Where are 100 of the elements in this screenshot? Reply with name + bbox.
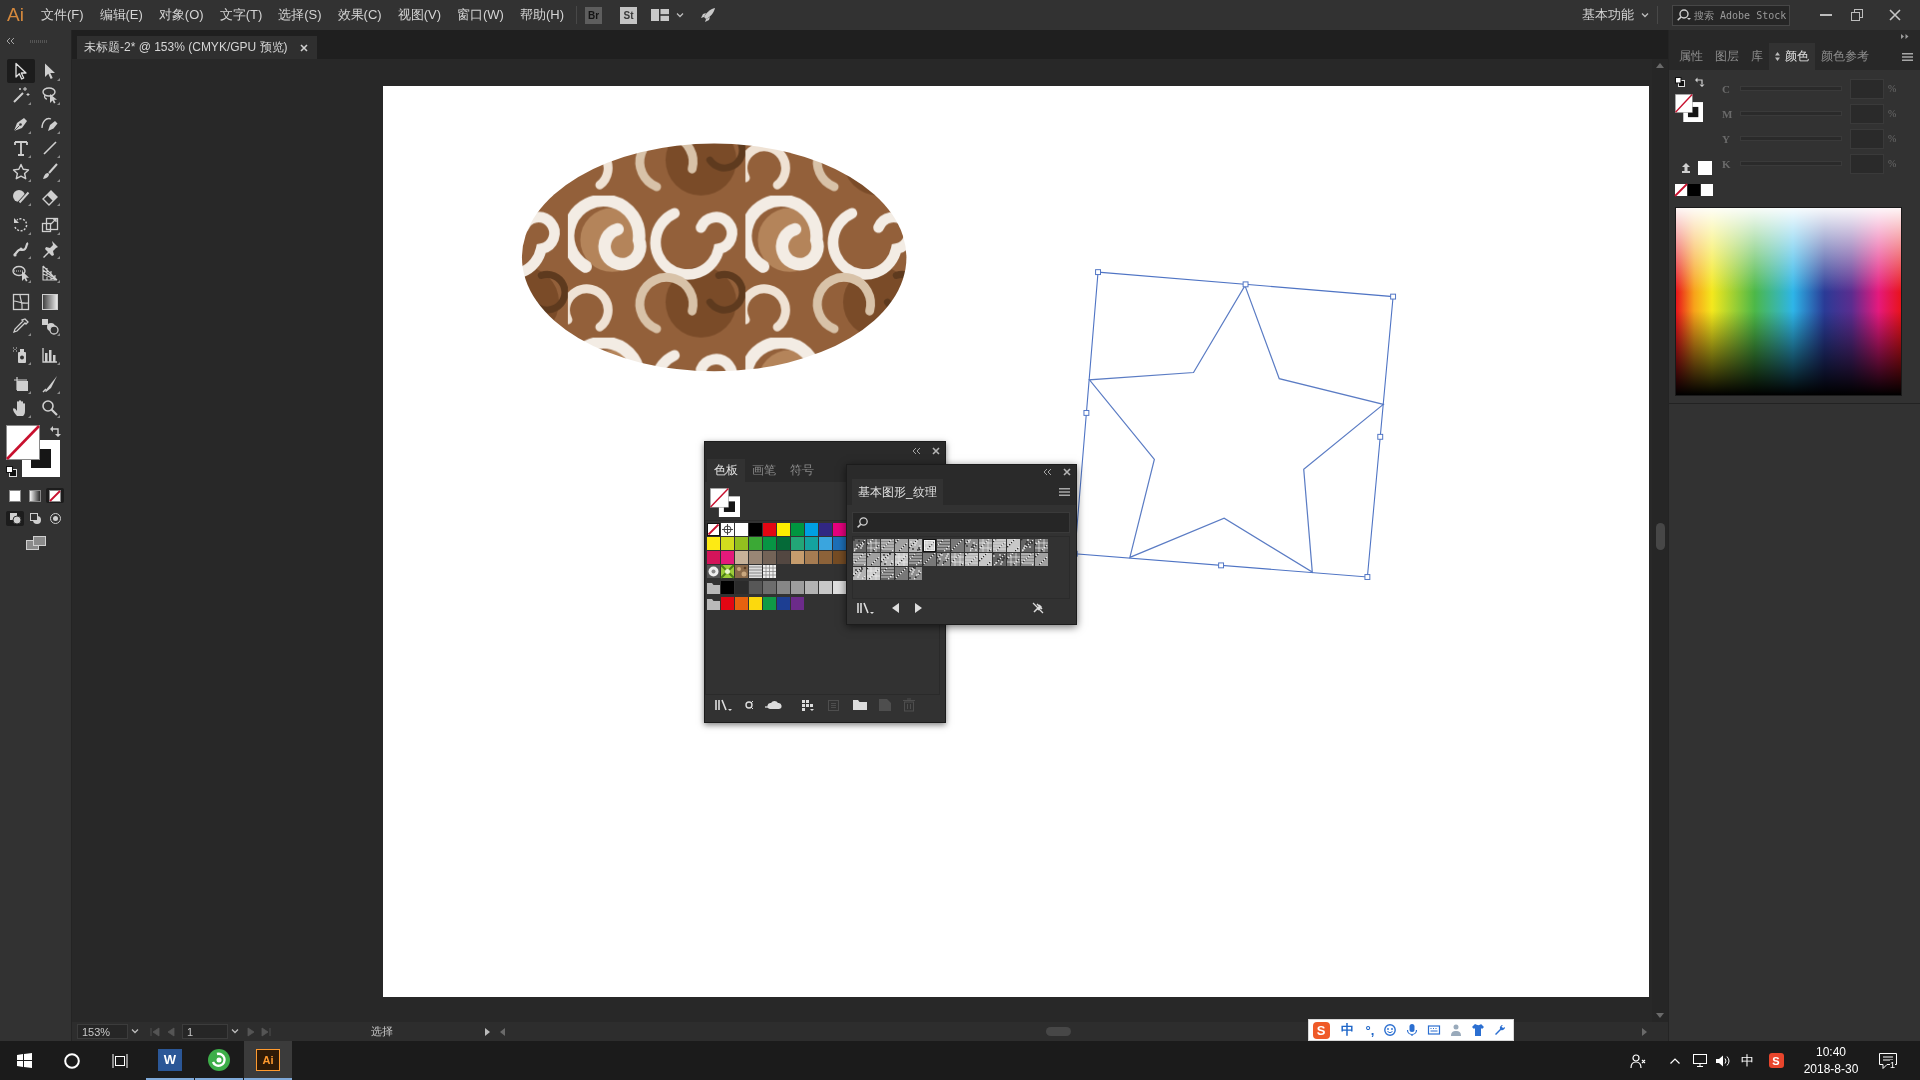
library-icon[interactable]: [715, 699, 732, 711]
menu-item[interactable]: 效果(C): [337, 6, 382, 24]
swatch-icon[interactable]: [735, 597, 748, 610]
swatch-icon[interactable]: [763, 537, 776, 550]
texture-swatch-icon[interactable]: [881, 567, 894, 580]
resize-handle[interactable]: [1218, 562, 1224, 569]
swatch-icon[interactable]: [805, 581, 818, 594]
next-icon[interactable]: [915, 603, 922, 613]
texture-swatch-icon[interactable]: [909, 567, 922, 580]
menu-item[interactable]: 帮助(H): [519, 6, 564, 24]
scroll-down-icon[interactable]: [1656, 1013, 1664, 1018]
swatch-icon[interactable]: [721, 537, 734, 550]
clock-time[interactable]: 10:40: [1816, 1043, 1846, 1061]
input-mode-indicator[interactable]: 中: [1740, 1051, 1754, 1070]
none-swatch-icon[interactable]: [1675, 184, 1687, 196]
swatch-icon[interactable]: [763, 581, 776, 594]
default-colors-icon[interactable]: [1675, 77, 1685, 87]
swatch-icon[interactable]: [735, 523, 748, 536]
resize-handle[interactable]: [1095, 269, 1101, 276]
panel-tab[interactable]: 颜色参考: [1815, 43, 1875, 70]
swatch-icon[interactable]: [819, 523, 832, 536]
texture-swatch-icon[interactable]: [909, 553, 922, 566]
windows-logo-icon[interactable]: [16, 1053, 32, 1068]
folder-icon[interactable]: [707, 597, 720, 610]
texture-swatch-icon[interactable]: [993, 553, 1006, 566]
texture-swatch-icon[interactable]: [937, 553, 950, 566]
swap-icon[interactable]: [50, 425, 62, 437]
texture-swatch-icon[interactable]: [895, 539, 908, 552]
swatch-icon[interactable]: [805, 523, 818, 536]
taskbar-button[interactable]: W: [146, 1041, 194, 1080]
swatch-icon[interactable]: [721, 597, 734, 610]
caret-icon[interactable]: [1641, 12, 1649, 18]
swatch-icon[interactable]: [777, 523, 790, 536]
fill-stroke-icon[interactable]: [6, 425, 60, 477]
swatch-icon[interactable]: [735, 537, 748, 550]
keyboard-icon[interactable]: [1428, 1024, 1440, 1036]
panel-tab[interactable]: 颜色: [1769, 43, 1815, 70]
ring-icon[interactable]: [64, 1052, 80, 1069]
menu-item[interactable]: 视图(V): [397, 6, 441, 24]
texture-swatch-icon[interactable]: [979, 553, 992, 566]
texture-swatch-icon[interactable]: [923, 553, 936, 566]
pattern-swatch-icon[interactable]: [749, 565, 762, 578]
panel-tab[interactable]: 基本图形_纹理: [852, 479, 943, 505]
swatch-icon[interactable]: [833, 537, 846, 550]
swatch-icon[interactable]: [735, 581, 748, 594]
folder-icon[interactable]: [853, 700, 867, 710]
texture-swatch-icon[interactable]: [853, 553, 866, 566]
panel-tab[interactable]: 库: [1745, 43, 1769, 70]
search-field[interactable]: [852, 512, 1070, 533]
swatch-icon[interactable]: [833, 551, 846, 564]
document-tab[interactable]: 未标题-2* @ 153% (CMYK/GPU 预览): [77, 36, 317, 59]
swatch-icon[interactable]: [749, 551, 762, 564]
swatch-icon[interactable]: [763, 523, 776, 536]
swatch-icon[interactable]: [735, 551, 748, 564]
ime-mode[interactable]: 中: [1340, 1021, 1354, 1039]
scroll-right-icon[interactable]: [1642, 1027, 1647, 1036]
scroll-left-icon[interactable]: [500, 1027, 505, 1036]
options-toggle-icon[interactable]: [1775, 52, 1780, 61]
menu-icon[interactable]: [1059, 488, 1070, 496]
texture-swatch-icon[interactable]: [853, 567, 866, 580]
workspace-switcher[interactable]: 基本功能: [1582, 6, 1649, 24]
unpin-icon[interactable]: [1032, 602, 1044, 614]
swatch-icon[interactable]: [1701, 184, 1713, 196]
folder-icon[interactable]: [707, 581, 720, 594]
menu-item[interactable]: 编辑(E): [99, 6, 143, 24]
texture-swatch-icon[interactable]: [909, 539, 922, 552]
texture-swatch-icon[interactable]: [881, 553, 894, 566]
artboard-field[interactable]: 1: [182, 1024, 228, 1039]
swatch-icon[interactable]: [777, 581, 790, 594]
swatch-icon[interactable]: [721, 551, 734, 564]
swatch-kinds-icon[interactable]: [745, 700, 753, 710]
texture-swatch-icon[interactable]: [1021, 553, 1034, 566]
swatch-icon[interactable]: [707, 551, 720, 564]
swatch-icon[interactable]: [833, 523, 846, 536]
panel-tab[interactable]: 图层: [1709, 43, 1745, 70]
swatch-icon[interactable]: [749, 597, 762, 610]
expand-icon[interactable]: [1901, 34, 1909, 39]
people-icon[interactable]: [1630, 1053, 1646, 1068]
swatch-icon[interactable]: [791, 537, 804, 550]
none-swatch-icon[interactable]: [707, 523, 720, 536]
task-view-icon[interactable]: [112, 1053, 128, 1068]
speaker-icon[interactable]: [1716, 1054, 1730, 1067]
rocket-icon[interactable]: [699, 7, 716, 23]
swap-icon[interactable]: [1695, 77, 1705, 87]
swatch-icon[interactable]: [833, 581, 846, 594]
search-field[interactable]: 搜索 Adobe Stock: [1672, 4, 1790, 26]
swatch-icon[interactable]: [707, 537, 720, 550]
swatch-icon[interactable]: [1698, 161, 1712, 175]
collapse-icon[interactable]: [912, 447, 921, 454]
texture-swatch-icon[interactable]: [867, 553, 880, 566]
swatch-icon[interactable]: [805, 551, 818, 564]
grip-icon[interactable]: [30, 39, 48, 43]
menu-item[interactable]: 文字(T): [219, 6, 263, 24]
panel-tab[interactable]: 符号: [783, 459, 821, 482]
resize-handle[interactable]: [1390, 293, 1397, 300]
texture-swatch-icon[interactable]: [965, 539, 978, 552]
clock-date[interactable]: 2018-8-30: [1803, 1060, 1859, 1078]
resize-handle[interactable]: [1242, 281, 1249, 288]
swatch-icon[interactable]: [819, 551, 832, 564]
shirt-icon[interactable]: [1472, 1024, 1484, 1036]
